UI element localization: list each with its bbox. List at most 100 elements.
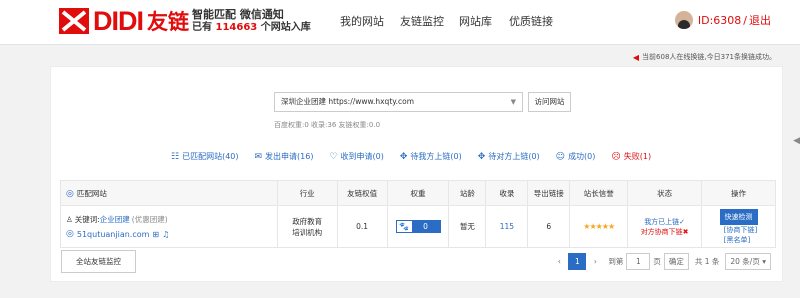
- filter-label: 发出申请(16): [265, 152, 314, 161]
- col-matched-site: ◎ 匹配网站: [60, 180, 278, 206]
- page-1[interactable]: 1: [568, 253, 587, 270]
- fail-icon: ☹: [611, 151, 621, 162]
- cell-age: 暂无: [448, 205, 487, 248]
- page-size-value: 20 条/页: [730, 257, 760, 266]
- slogan: 智能匹配 微信通知 已有 114663 个网站入库: [192, 8, 311, 34]
- confirm-button[interactable]: 确定: [663, 253, 689, 270]
- filter-label: 待我方上链(0): [410, 152, 462, 161]
- filter-my-link[interactable]: ✥ 待我方上链(0): [400, 151, 462, 162]
- user-area: ID:6308 / 退出: [674, 11, 771, 29]
- paw-icon: 🐾: [396, 221, 412, 232]
- matched-icon: ☷: [171, 151, 180, 162]
- page-size-select[interactable]: 20 条/页 ▾: [725, 253, 771, 270]
- table-header-row: ◎ 匹配网站 行业 友链权值 权重 站龄 收录 导出链接 站长信誉 状态 操作: [60, 180, 776, 206]
- visit-site-button[interactable]: 访问网站: [528, 92, 571, 112]
- cell-site: ♙ 关键词: 企业团建 (优惠团建) ◎ 51qutuanjian.com ⊞ …: [60, 205, 278, 248]
- filter-label: 待对方上链(0): [488, 152, 540, 161]
- cell-industry: 政府教育 培训机构: [276, 205, 338, 248]
- blacklist-link[interactable]: [黑名单]: [724, 235, 757, 245]
- col-status: 状态: [627, 180, 703, 206]
- avatar[interactable]: [674, 11, 693, 29]
- match-table: ◎ 匹配网站 行业 友链权值 权重 站龄 收录 导出链接 站长信誉 状态 操作 ♙…: [60, 180, 776, 248]
- filter-label: 收到申请(0): [340, 152, 384, 161]
- slogan-line1: 智能匹配 微信通知: [192, 8, 284, 21]
- site-monitor-button[interactable]: 全站友链监控: [61, 250, 136, 273]
- page-input[interactable]: 1: [626, 253, 651, 270]
- site-select[interactable]: 深圳企业团建 https://www.hxqty.com ▼: [274, 92, 523, 112]
- filter-sent[interactable]: ✉ 发出申请(16): [255, 151, 314, 162]
- nav-link-monitor[interactable]: 友链监控: [400, 13, 444, 29]
- cell-weight: 🐾 0: [386, 205, 450, 248]
- cell-actions: 快速检测 [协商下链] [黑名单]: [701, 205, 776, 248]
- nav-site-library[interactable]: 网站库: [459, 13, 492, 29]
- separator: /: [743, 13, 747, 27]
- filter-fail[interactable]: ☹ 失败(1): [611, 151, 651, 162]
- cell-status: 我方已上链✓ 对方协商下链✖: [627, 205, 703, 248]
- domain-line: ◎ 51qutuanjian.com ⊞ ♫: [66, 229, 277, 239]
- filter-label: 已匹配网站(40): [182, 152, 239, 161]
- filter-label: 失败(1): [623, 152, 652, 161]
- keyword-line: ♙ 关键词: 企业团建 (优惠团建): [66, 214, 277, 225]
- user-icon: ♙: [66, 215, 73, 224]
- cell-reputation: ★★★★★: [569, 205, 629, 248]
- notice-text: 当前608人在线换链,今日371条换链成功。: [642, 53, 776, 61]
- site-meta: 百度权重:0 收录:36 友链权重:0.0: [274, 121, 381, 129]
- col-link-weight: 友链权值: [336, 180, 388, 206]
- add-icon[interactable]: ⊞: [152, 230, 159, 239]
- logo-text: DIDI: [93, 5, 144, 36]
- weight-value: 0: [411, 221, 440, 232]
- total-count: 共 1 条: [694, 257, 720, 266]
- weight-badge[interactable]: 🐾 0: [395, 220, 441, 233]
- filter-matched[interactable]: ☷ 已匹配网站(40): [171, 151, 239, 162]
- filter-label: 成功(0): [568, 152, 596, 161]
- target-icon: ◎: [66, 229, 74, 239]
- slogan-suffix: 个网站入库: [260, 22, 311, 33]
- col-indexed: 收录: [485, 180, 529, 206]
- table-row: ♙ 关键词: 企业团建 (优惠团建) ◎ 51qutuanjian.com ⊞ …: [60, 205, 776, 248]
- page-unit: 页: [653, 257, 661, 266]
- caret-down-icon: ▾: [762, 257, 766, 266]
- next-page-icon[interactable]: ›: [586, 253, 604, 270]
- col-actions: 操作: [701, 180, 776, 206]
- star-rating: ★★★★★: [583, 222, 615, 231]
- logo[interactable]: DIDI 友链: [58, 5, 189, 37]
- keyword-link[interactable]: 企业团建: [100, 214, 130, 225]
- quick-check-button[interactable]: 快速检测: [719, 208, 758, 225]
- logout-link[interactable]: 退出: [749, 12, 771, 28]
- filter-their-link[interactable]: ✥ 待对方上链(0): [478, 151, 540, 162]
- col-industry: 行业: [276, 180, 338, 206]
- col-reputation: 站长信誉: [569, 180, 629, 206]
- logo-mark-icon: [59, 8, 89, 34]
- domain-link[interactable]: 51qutuanjian.com: [77, 230, 150, 239]
- filter-received[interactable]: ♡ 收到申请(0): [329, 151, 383, 162]
- status-theirs: 对方协商下链✖: [640, 227, 689, 236]
- nav-my-sites[interactable]: 我的网站: [340, 13, 384, 29]
- main-card: 深圳企业团建 https://www.hxqty.com ▼ 访问网站 百度权重…: [50, 66, 783, 282]
- bell-icon[interactable]: ♫: [162, 230, 169, 239]
- negotiate-unlink-link[interactable]: [协商下链]: [724, 225, 757, 235]
- send-icon: ✉: [254, 151, 263, 162]
- filter-success[interactable]: ☺ 成功(0): [556, 151, 596, 162]
- chevron-down-icon: ▼: [510, 98, 516, 106]
- industry-line2: 培训机构: [292, 227, 323, 237]
- link-wait-icon: ✥: [477, 151, 486, 162]
- goto-label: 到第: [608, 257, 624, 266]
- speaker-icon: ◀: [632, 52, 640, 62]
- industry-line1: 政府教育: [292, 216, 323, 226]
- success-icon: ☺: [555, 151, 566, 162]
- cell-link-weight: 0.1: [336, 205, 388, 248]
- notice-bar: ◀ 当前608人在线换链,今日371条换链成功。: [633, 52, 776, 62]
- logo-subtext: 友链: [147, 10, 189, 34]
- pagination: ‹ 1 › 到第 1 页 确定 共 1 条 20 条/页 ▾: [550, 253, 774, 270]
- cell-indexed[interactable]: 115: [485, 205, 529, 248]
- side-expand-icon[interactable]: ◀: [793, 136, 800, 146]
- nav-quality-links[interactable]: 优质链接: [509, 13, 553, 29]
- site-select-value: 深圳企业团建 https://www.hxqty.com: [281, 97, 415, 106]
- prev-page-icon[interactable]: ‹: [550, 253, 568, 270]
- receive-icon: ♡: [329, 151, 338, 162]
- keyword-note: (优惠团建): [131, 215, 168, 224]
- link-up-icon: ✥: [399, 151, 408, 162]
- col-weight: 权重: [386, 180, 450, 206]
- site-count: 114663: [215, 22, 258, 33]
- status-mine: 我方已上链✓: [644, 217, 686, 226]
